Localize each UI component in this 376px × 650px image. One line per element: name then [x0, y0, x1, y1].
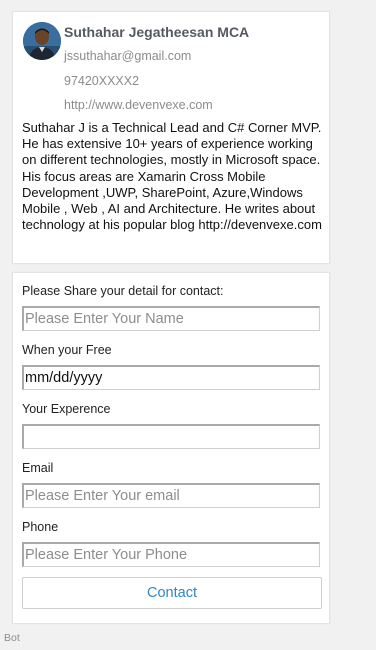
experience-input[interactable]: [22, 424, 320, 449]
chat-transcript: Suthahar Jegatheesan MCA jssuthahar@gmai…: [0, 0, 376, 650]
email-input[interactable]: [22, 483, 320, 508]
profile-url: http://www.devenvexe.com: [64, 98, 213, 112]
profile-name: Suthahar Jegatheesan MCA: [64, 24, 250, 40]
name-input[interactable]: [22, 306, 320, 331]
contact-form-card: Please Share your detail for contact: Wh…: [12, 272, 330, 624]
profile-phone: 97420XXXX2: [64, 74, 140, 88]
form-heading: Please Share your detail for contact:: [22, 284, 224, 298]
email-label: Email: [22, 461, 54, 475]
when-free-label: When your Free: [22, 343, 112, 357]
date-input[interactable]: mm/dd/yyyy: [22, 365, 320, 390]
contact-button[interactable]: Contact: [22, 577, 322, 609]
profile-card: Suthahar Jegatheesan MCA jssuthahar@gmai…: [12, 11, 330, 264]
profile-email: jssuthahar@gmail.com: [64, 49, 192, 63]
avatar: [23, 22, 61, 60]
sender-label: Bot: [4, 632, 20, 644]
phone-input[interactable]: [22, 542, 320, 567]
experience-label: Your Experence: [22, 402, 111, 416]
phone-label: Phone: [22, 520, 59, 534]
profile-bio: Suthahar J is a Technical Lead and C# Co…: [22, 120, 322, 233]
